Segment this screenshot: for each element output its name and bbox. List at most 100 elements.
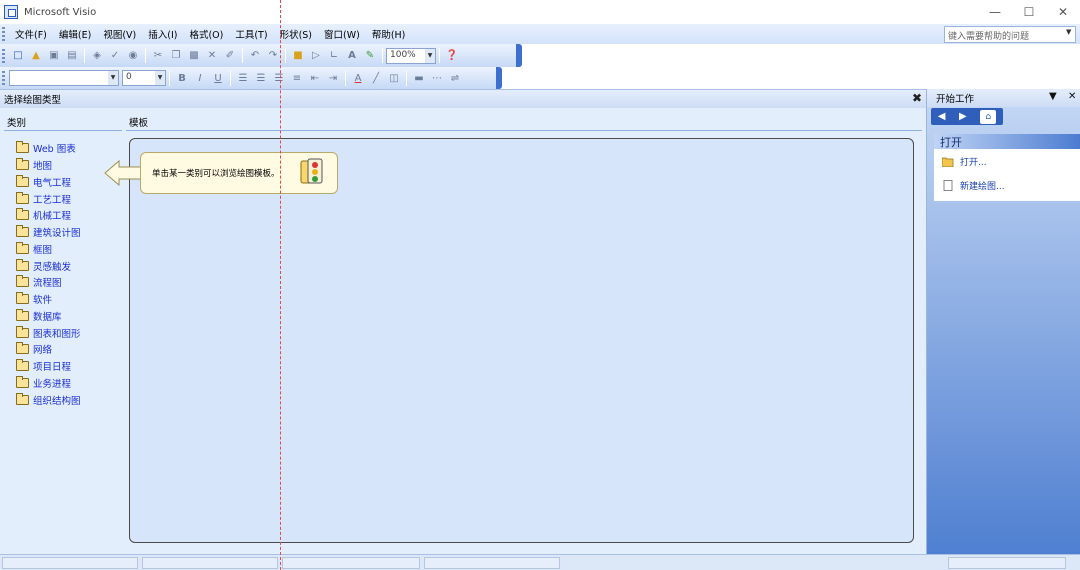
increase-indent-icon[interactable]: ⇥	[325, 70, 341, 86]
line-ends-icon[interactable]: ⇌	[447, 70, 463, 86]
maximize-icon[interactable]: ☐	[1012, 0, 1046, 24]
toolbar-separator	[406, 70, 407, 86]
menu-insert[interactable]: 插入(I)	[142, 27, 183, 41]
category-item[interactable]: Web 图表	[16, 140, 81, 157]
cut-icon[interactable]: ✂	[150, 48, 166, 64]
toolbar-separator	[242, 48, 243, 63]
pane-close-icon[interactable]: ✖	[912, 91, 922, 105]
decrease-indent-icon[interactable]: ⇤	[307, 70, 323, 86]
toolbar-grip[interactable]	[2, 71, 5, 85]
new-icon[interactable]: □	[10, 48, 26, 64]
category-item[interactable]: 数据库	[16, 308, 81, 325]
font-size-dropdown-icon[interactable]: ▼	[155, 71, 165, 85]
category-item[interactable]: 软件	[16, 291, 81, 308]
category-item[interactable]: 网络	[16, 341, 81, 358]
font-color-icon[interactable]: A	[350, 70, 366, 86]
standard-toolbar: □ ▲ ▣ ▤ ◈ ✓ ◉ ✂ ❐ ▩ ✕ ✐ ↶ ↷ ■ ▷ ∟ A ✎ 10…	[0, 44, 522, 67]
formatting-toolbar: ▼ 0 ▼ B I U ☰ ☰ ☰ ≡ ⇤ ⇥ A ╱ ◫ ▬ ⋯ ⇌	[0, 67, 502, 89]
paste-icon[interactable]: ▩	[186, 48, 202, 64]
category-item[interactable]: 建筑设计图	[16, 224, 81, 241]
home-icon[interactable]: ⌂	[980, 109, 997, 124]
toolbar-options-icon[interactable]	[496, 67, 502, 89]
back-icon[interactable]: ◀	[938, 111, 946, 122]
category-item[interactable]: 灵感触发	[16, 257, 81, 274]
toolbar-grip[interactable]	[2, 48, 5, 63]
category-item[interactable]: 电气工程	[16, 174, 81, 191]
fill-color-icon[interactable]: ◫	[386, 70, 402, 86]
forward-icon[interactable]: ▶	[959, 111, 967, 122]
font-size-select[interactable]: 0 ▼	[122, 70, 166, 86]
category-label: 图表和图形	[33, 328, 81, 340]
menu-bar: 文件(F) 编辑(E) 视图(V) 插入(I) 格式(O) 工具(T) 形状(S…	[0, 24, 1080, 44]
pointer-icon[interactable]: ▷	[308, 48, 324, 64]
zoom-dropdown-icon[interactable]: ▼	[425, 48, 435, 63]
task-pane-menu-icon[interactable]: ▼	[1049, 91, 1057, 102]
text-tool-icon[interactable]: A	[344, 48, 360, 64]
menu-edit[interactable]: 编辑(E)	[53, 27, 97, 41]
pencil-icon[interactable]: ✎	[362, 48, 378, 64]
spelling-icon[interactable]: ✓	[107, 48, 123, 64]
category-item[interactable]: 框图	[16, 241, 81, 258]
open-file-label: 打开...	[960, 158, 987, 168]
open-icon[interactable]: ▲	[28, 48, 44, 64]
category-item[interactable]: 项目日程	[16, 358, 81, 375]
task-pane-close-icon[interactable]: ✕	[1068, 91, 1076, 102]
category-item[interactable]: 流程图	[16, 274, 81, 291]
print-preview-icon[interactable]: ◈	[89, 48, 105, 64]
category-item[interactable]: 业务进程	[16, 375, 81, 392]
font-name-select[interactable]: ▼	[9, 70, 119, 86]
align-right-icon[interactable]: ☰	[271, 70, 287, 86]
new-drawing-link[interactable]: 新建绘图...	[942, 179, 1005, 192]
category-label: 工艺工程	[33, 194, 72, 206]
visio-app-icon	[4, 5, 18, 19]
connector-icon[interactable]: ∟	[326, 48, 342, 64]
line-pattern-icon[interactable]: ⋯	[429, 70, 445, 86]
menu-window[interactable]: 窗口(W)	[318, 27, 366, 41]
category-item[interactable]: 工艺工程	[16, 190, 81, 207]
open-file-link[interactable]: 打开...	[942, 155, 987, 168]
menu-file[interactable]: 文件(F)	[9, 27, 53, 41]
template-header: 模板	[129, 118, 149, 129]
minimize-icon[interactable]: —	[978, 0, 1012, 24]
underline-icon[interactable]: U	[210, 70, 226, 86]
status-panel	[948, 557, 1066, 569]
category-item[interactable]: 组织结构图	[16, 391, 81, 408]
print-icon[interactable]: ▤	[64, 48, 80, 64]
menu-format[interactable]: 格式(O)	[183, 27, 229, 41]
copy-icon[interactable]: ❐	[168, 48, 184, 64]
line-color-icon[interactable]: ╱	[368, 70, 384, 86]
align-left-icon[interactable]: ☰	[235, 70, 251, 86]
menu-grip[interactable]	[2, 27, 5, 41]
italic-icon[interactable]: I	[192, 70, 208, 86]
category-item[interactable]: 图表和图形	[16, 324, 81, 341]
line-weight-icon[interactable]: ▬	[411, 70, 427, 86]
category-header: 类别	[7, 118, 27, 129]
research-icon[interactable]: ◉	[125, 48, 141, 64]
delete-icon[interactable]: ✕	[204, 48, 220, 64]
folder-icon	[16, 342, 29, 355]
help-search-input[interactable]: 键入需要帮助的问题 ▼	[944, 26, 1076, 43]
status-bar	[0, 554, 1080, 570]
menu-tools[interactable]: 工具(T)	[229, 27, 273, 41]
menu-shape[interactable]: 形状(S)	[274, 27, 318, 41]
category-label: 机械工程	[33, 211, 72, 223]
undo-icon[interactable]: ↶	[247, 48, 263, 64]
zoom-select[interactable]: 100% ▼	[386, 47, 436, 64]
help-icon[interactable]: ❓	[444, 48, 460, 64]
toolbar-options-icon[interactable]	[516, 44, 522, 67]
close-icon[interactable]: ✕	[1046, 0, 1080, 24]
category-item[interactable]: 机械工程	[16, 207, 81, 224]
menu-help[interactable]: 帮助(H)	[366, 27, 412, 41]
toolbar-separator	[345, 70, 346, 86]
justify-icon[interactable]: ≡	[289, 70, 305, 86]
menu-view[interactable]: 视图(V)	[97, 27, 142, 41]
save-icon[interactable]: ▣	[46, 48, 62, 64]
category-item[interactable]: 地图	[16, 157, 81, 174]
font-dropdown-icon[interactable]: ▼	[108, 71, 118, 85]
help-dropdown-icon[interactable]: ▼	[1066, 28, 1074, 41]
bold-icon[interactable]: B	[174, 70, 190, 86]
redo-icon[interactable]: ↷	[265, 48, 281, 64]
align-center-icon[interactable]: ☰	[253, 70, 269, 86]
shapes-icon[interactable]: ■	[290, 48, 306, 64]
format-painter-icon[interactable]: ✐	[222, 48, 238, 64]
